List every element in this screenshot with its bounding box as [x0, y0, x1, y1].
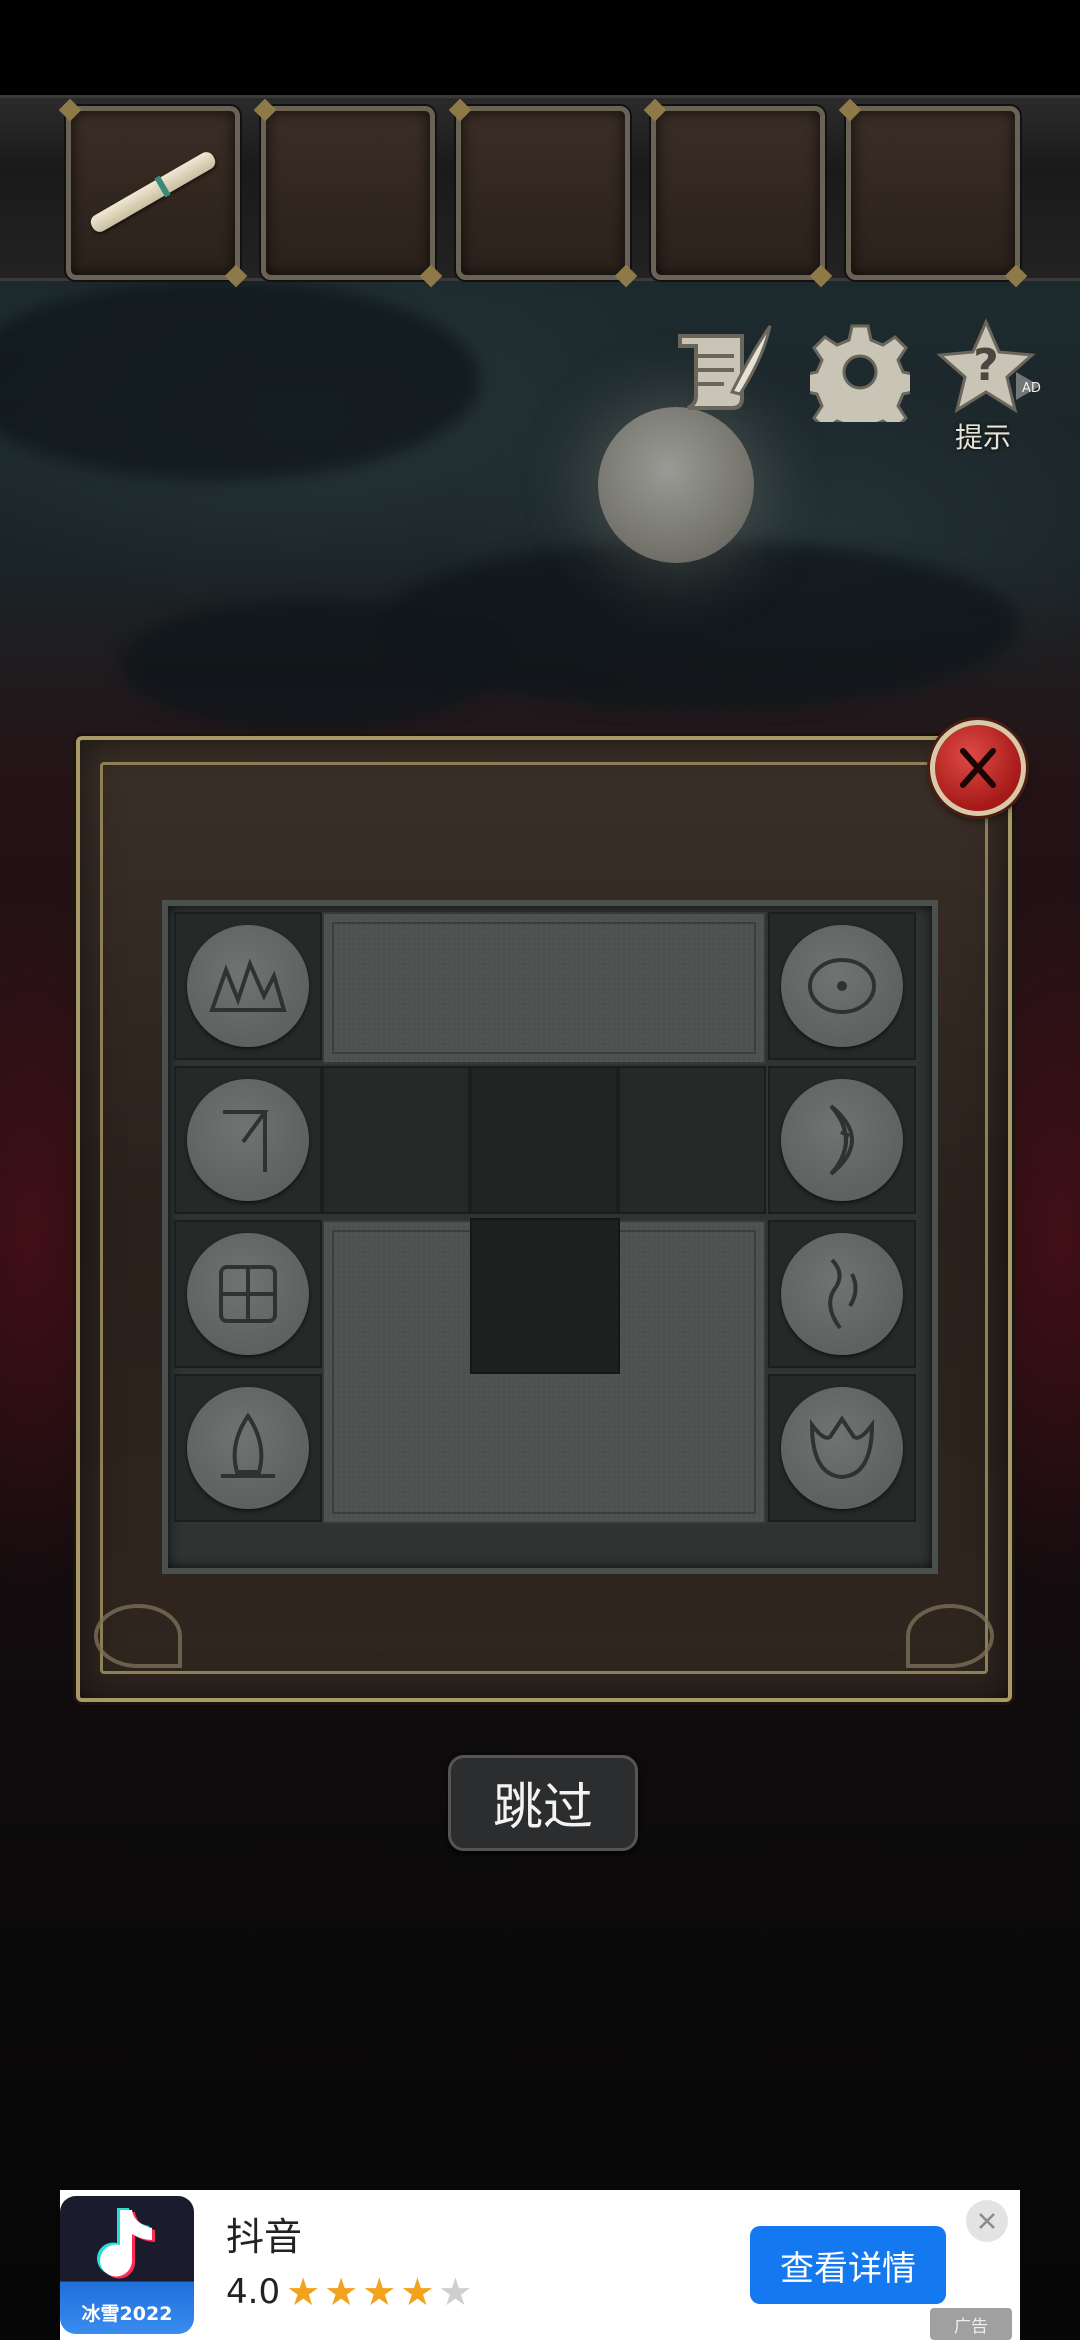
ad-banner[interactable]: 冰雪2022 抖音 4.0 ★★★★★ 查看详情 — [60, 2190, 1020, 2340]
inventory-slot-2[interactable] — [261, 106, 435, 280]
star-empty-icon: ★ — [438, 2270, 477, 2314]
panel-ornament-right — [906, 1604, 994, 1668]
star-icon: ★ — [400, 2270, 439, 2314]
inventory-slot-4[interactable] — [651, 106, 825, 280]
star-icon: ★ — [324, 2270, 363, 2314]
inventory-slot-1[interactable] — [66, 106, 240, 280]
inventory-bar — [0, 95, 1080, 281]
ad-rating: 4.0 ★★★★★ — [226, 2270, 476, 2314]
empty-cell[interactable] — [618, 1066, 766, 1214]
close-button[interactable] — [930, 720, 1026, 816]
mountain-rune-icon[interactable] — [187, 925, 309, 1047]
ad-app-name[interactable]: 抖音 — [226, 2206, 302, 2261]
hint-star-icon[interactable]: ? AD — [936, 318, 1046, 422]
flame-rune-icon[interactable] — [187, 1387, 309, 1509]
skip-button[interactable]: 跳过 — [448, 1755, 638, 1851]
panel-ornament-left — [94, 1604, 182, 1668]
water-rune-icon[interactable] — [781, 1233, 903, 1355]
sliding-puzzle-board — [162, 900, 938, 1574]
sliding-tile-horizontal[interactable] — [322, 912, 766, 1064]
hint-label: 提示 — [955, 421, 1012, 454]
sun-rune-icon[interactable] — [781, 925, 903, 1047]
hint-ad-badge: AD — [1022, 381, 1041, 396]
rating-stars: ★★★★★ — [286, 2270, 476, 2314]
music-note-icon — [97, 2208, 155, 2279]
notes-scroll-icon[interactable] — [672, 322, 772, 426]
star-icon: ★ — [286, 2270, 325, 2314]
board-gap — [470, 1218, 620, 1374]
inventory-slot-3[interactable] — [456, 106, 630, 280]
view-details-button[interactable]: 查看详情 — [750, 2226, 946, 2304]
svg-text:?: ? — [973, 340, 999, 391]
scroll-item-icon[interactable] — [87, 149, 219, 235]
ad-tag: 广告 — [930, 2308, 1012, 2340]
close-icon — [960, 748, 996, 788]
moon — [598, 407, 754, 563]
moon-rune-icon[interactable] — [781, 1079, 903, 1201]
gear-icon[interactable] — [801, 322, 919, 442]
star-icon: ★ — [362, 2270, 401, 2314]
rating-value: 4.0 — [226, 2272, 281, 2312]
gallows-rune-icon[interactable] — [187, 1079, 309, 1201]
flower-rune-icon[interactable] — [781, 1387, 903, 1509]
ad-close-button[interactable] — [966, 2200, 1008, 2242]
app-logo[interactable]: 冰雪2022 — [60, 2196, 194, 2334]
app-logo-text: 冰雪2022 — [81, 2303, 173, 2325]
empty-cell[interactable] — [470, 1066, 618, 1214]
empty-cell[interactable] — [322, 1066, 470, 1214]
close-icon — [979, 2213, 995, 2229]
inventory-slot-5[interactable] — [846, 106, 1020, 280]
window-rune-icon[interactable] — [187, 1233, 309, 1355]
